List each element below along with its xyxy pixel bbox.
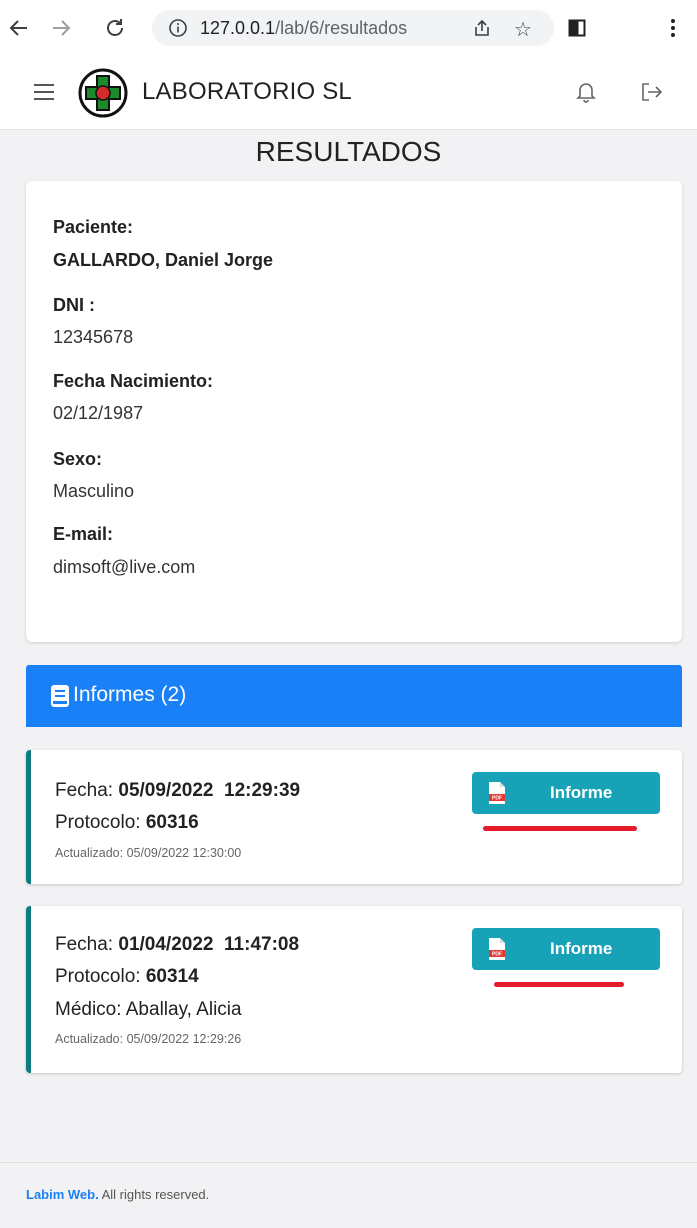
birth-date-value: 02/12/1987 xyxy=(53,403,144,423)
email-label: E-mail: xyxy=(53,524,114,544)
footer-brand-link[interactable]: Labim Web. xyxy=(26,1187,99,1202)
back-arrow-icon[interactable] xyxy=(4,12,34,44)
dni-value: 12345678 xyxy=(53,327,134,347)
pdf-icon: PDF xyxy=(489,782,505,804)
address-bar[interactable]: 127.0.0.1/lab/6/resultados ☆ xyxy=(152,10,554,46)
report-date: Fecha: 05/09/2022 12:29:39 xyxy=(55,780,301,801)
page-title: RESULTADOS xyxy=(255,136,442,167)
birth-date-label: Fecha Nacimiento: xyxy=(53,371,214,391)
kebab-menu-icon[interactable] xyxy=(658,12,688,44)
hamburger-icon[interactable] xyxy=(34,83,54,106)
patient-card: Paciente: GALLARDO, Daniel Jorge DNI : 1… xyxy=(26,181,682,642)
report-updated: Actualizado: 05/09/2022 12:29:26 xyxy=(55,1032,242,1046)
informes-header: Informes (2) xyxy=(26,665,682,727)
laboratory-logo-icon xyxy=(78,68,128,123)
star-icon[interactable]: ☆ xyxy=(514,17,532,42)
sex-label: Sexo: xyxy=(53,449,103,469)
report-date: Fecha: 01/04/2022 11:47:08 xyxy=(55,934,300,955)
highlight-underline xyxy=(494,982,624,987)
sidebar-icon[interactable] xyxy=(562,12,592,44)
share-icon[interactable] xyxy=(472,18,492,43)
report-doctor: Médico: Aballay, Alicia xyxy=(55,999,242,1020)
brand-name: LABORATORIO SL xyxy=(142,78,352,105)
svg-text:PDF: PDF xyxy=(492,796,502,802)
footer-text: Labim Web. All rights reserved. xyxy=(26,1187,210,1202)
informe-button-label: Informe xyxy=(550,783,613,802)
report-card: Fecha: 01/04/2022 11:47:08 Protocolo: 60… xyxy=(26,906,682,1073)
informe-button-label: Informe xyxy=(550,939,613,958)
patient-label: Paciente: xyxy=(53,217,134,237)
reload-icon[interactable] xyxy=(100,12,130,44)
patient-name: GALLARDO, Daniel Jorge xyxy=(53,250,274,270)
informe-button[interactable]: PDF Informe xyxy=(472,772,660,814)
sex-value: Masculino xyxy=(53,481,135,501)
pdf-icon: PDF xyxy=(489,938,505,960)
report-card: Fecha: 05/09/2022 12:29:39 Protocolo: 60… xyxy=(26,750,682,884)
url-text: 127.0.0.1/lab/6/resultados xyxy=(200,18,408,38)
footer: Labim Web. All rights reserved. xyxy=(0,1162,697,1228)
forward-arrow-icon[interactable] xyxy=(46,12,76,44)
informe-button[interactable]: PDF Informe xyxy=(472,928,660,970)
app-header: LABORATORIO SL xyxy=(0,56,697,130)
dni-label: DNI : xyxy=(53,295,95,315)
bell-icon[interactable] xyxy=(576,81,596,108)
highlight-underline xyxy=(483,826,637,831)
email-value: dimsoft@live.com xyxy=(53,557,196,577)
logout-icon[interactable] xyxy=(640,81,664,108)
report-updated: Actualizado: 05/09/2022 12:30:00 xyxy=(55,846,242,860)
svg-text:PDF: PDF xyxy=(492,952,502,958)
info-icon[interactable] xyxy=(168,18,188,43)
report-protocol: Protocolo: 60316 xyxy=(55,812,199,833)
browser-toolbar: 127.0.0.1/lab/6/resultados ☆ xyxy=(0,0,697,56)
book-icon xyxy=(50,684,70,714)
informes-title: Informes (2) xyxy=(73,683,187,706)
report-protocol: Protocolo: 60314 xyxy=(55,966,199,987)
